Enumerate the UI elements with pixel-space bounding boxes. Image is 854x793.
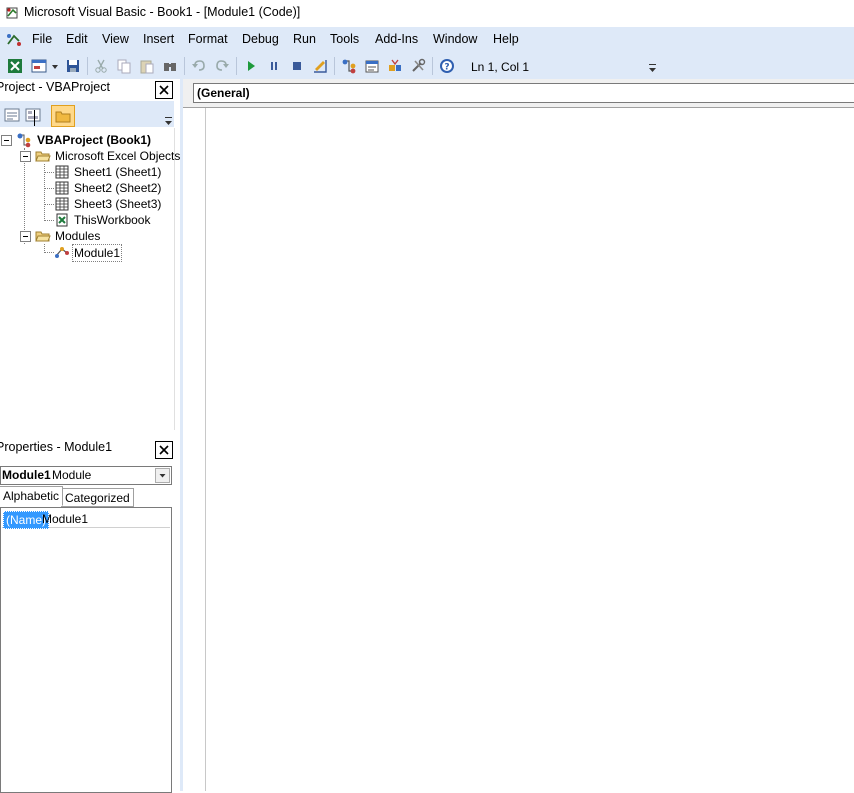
object-combo[interactable]: (General) [193, 83, 854, 103]
vbaproject-icon [16, 132, 32, 148]
menu-bar: File Edit View Insert Format Debug Run T… [0, 27, 854, 53]
tab-categorized[interactable]: Categorized [61, 488, 134, 507]
toolbox-icon[interactable] [409, 57, 427, 75]
object-combo-value: (General) [197, 86, 250, 100]
toolbar-overflow-icon[interactable] [648, 62, 658, 74]
tree-node-excel-objects[interactable]: Microsoft Excel Objects [55, 148, 180, 164]
project-toolbar [0, 101, 174, 127]
excel-objects-expander[interactable] [20, 151, 31, 162]
menu-run[interactable]: Run [293, 32, 316, 46]
view-code-icon[interactable] [3, 106, 21, 124]
run-icon[interactable] [242, 57, 260, 75]
toolbar-separator [87, 57, 88, 75]
worksheet-icon [54, 180, 70, 196]
break-icon[interactable] [265, 57, 283, 75]
project-tree: VBAProject (Book1) Microsoft Excel Objec… [0, 128, 180, 430]
project-explorer-icon[interactable] [340, 57, 358, 75]
design-mode-icon[interactable] [311, 57, 329, 75]
properties-pane-title: Properties - Module1 [0, 440, 113, 454]
code-selector-bar: (General) [183, 79, 854, 107]
margin-indicator-bar[interactable] [183, 108, 206, 791]
tree-node-sheet3[interactable]: Sheet3 (Sheet3) [74, 196, 161, 212]
toolbar-separator [432, 57, 433, 75]
project-close-button[interactable] [155, 81, 173, 99]
paste-icon[interactable] [138, 57, 156, 75]
toolbar-separator [184, 57, 185, 75]
tree-node-vbaproject[interactable]: VBAProject (Book1) [37, 132, 151, 148]
tree-node-sheet2[interactable]: Sheet2 (Sheet2) [74, 180, 161, 196]
tree-line [44, 252, 54, 253]
cursor-position-text: Ln 1, Col 1 [471, 60, 530, 74]
modules-expander[interactable] [20, 231, 31, 242]
object-browser-icon[interactable] [386, 57, 404, 75]
window-title: Microsoft Visual Basic - Book1 - [Module… [24, 5, 301, 19]
tree-node-module1[interactable]: Module1 [72, 244, 123, 262]
reset-icon[interactable] [288, 57, 306, 75]
menu-tools[interactable]: Tools [330, 32, 359, 46]
code-window: (General) [183, 79, 854, 791]
cut-icon[interactable] [92, 57, 110, 75]
toolbar-separator [236, 57, 237, 75]
standard-toolbar: ? Ln 1, Col 1 [0, 53, 854, 80]
copy-icon[interactable] [115, 57, 133, 75]
tree-line [44, 188, 54, 189]
undo-icon[interactable] [190, 57, 208, 75]
properties-grid: (Name) Module1 [0, 507, 172, 793]
worksheet-icon [54, 164, 70, 180]
tree-node-sheet1[interactable]: Sheet1 (Sheet1) [74, 164, 161, 180]
menu-vba-icon[interactable] [5, 32, 23, 48]
project-pane-title: Project - VBAProject [0, 80, 110, 94]
menu-help[interactable]: Help [493, 32, 519, 46]
tree-line [44, 220, 54, 221]
project-toolbar-overflow-icon[interactable] [164, 115, 174, 127]
chevron-down-icon[interactable] [155, 468, 170, 483]
property-value[interactable]: Module1 [42, 511, 88, 527]
menu-insert[interactable]: Insert [143, 32, 174, 46]
menu-edit[interactable]: Edit [66, 32, 88, 46]
property-row[interactable]: (Name) Module1 [2, 511, 170, 529]
menu-file[interactable]: File [32, 32, 52, 46]
toolbar-separator [334, 57, 335, 75]
tree-node-modules[interactable]: Modules [55, 228, 100, 244]
toggle-folders-icon[interactable] [51, 105, 75, 127]
properties-window-icon[interactable] [363, 57, 381, 75]
vba-app-icon[interactable] [4, 5, 20, 21]
code-editor[interactable] [183, 107, 854, 792]
insert-userform-icon[interactable] [30, 57, 48, 75]
view-object-icon[interactable] [24, 106, 42, 124]
worksheet-icon [54, 196, 70, 212]
help-icon[interactable]: ? [438, 57, 456, 75]
tree-line [44, 172, 54, 173]
properties-close-button[interactable] [155, 441, 173, 459]
folder-open-icon [35, 228, 51, 244]
menu-view[interactable]: View [102, 32, 129, 46]
object-type: Module [52, 468, 92, 482]
svg-text:?: ? [444, 63, 449, 73]
menu-debug[interactable]: Debug [242, 32, 279, 46]
text-caret [34, 110, 35, 126]
root-expander[interactable] [1, 135, 12, 146]
folder-open-icon [35, 148, 51, 164]
tree-line [44, 204, 54, 205]
tab-alphabetic[interactable]: Alphabetic [0, 486, 64, 506]
dropdown-arrow-icon[interactable] [50, 57, 60, 75]
tree-node-thisworkbook[interactable]: ThisWorkbook [74, 212, 150, 228]
title-bar: Microsoft Visual Basic - Book1 - [Module… [0, 0, 854, 27]
menu-add-ins[interactable]: Add-Ins [375, 32, 418, 46]
module-icon [54, 244, 70, 260]
find-icon[interactable] [161, 57, 179, 75]
menu-window[interactable]: Window [433, 32, 477, 46]
view-excel-icon[interactable] [6, 57, 24, 75]
tree-line [24, 148, 25, 244]
cursor-position-readout: Ln 1, Col 1 [465, 56, 649, 77]
object-name: Module1 [2, 468, 51, 482]
workbook-icon [54, 212, 70, 228]
redo-icon[interactable] [213, 57, 231, 75]
save-icon[interactable] [64, 57, 82, 75]
menu-format[interactable]: Format [188, 32, 228, 46]
properties-object-selector[interactable]: Module1 Module [0, 466, 172, 485]
